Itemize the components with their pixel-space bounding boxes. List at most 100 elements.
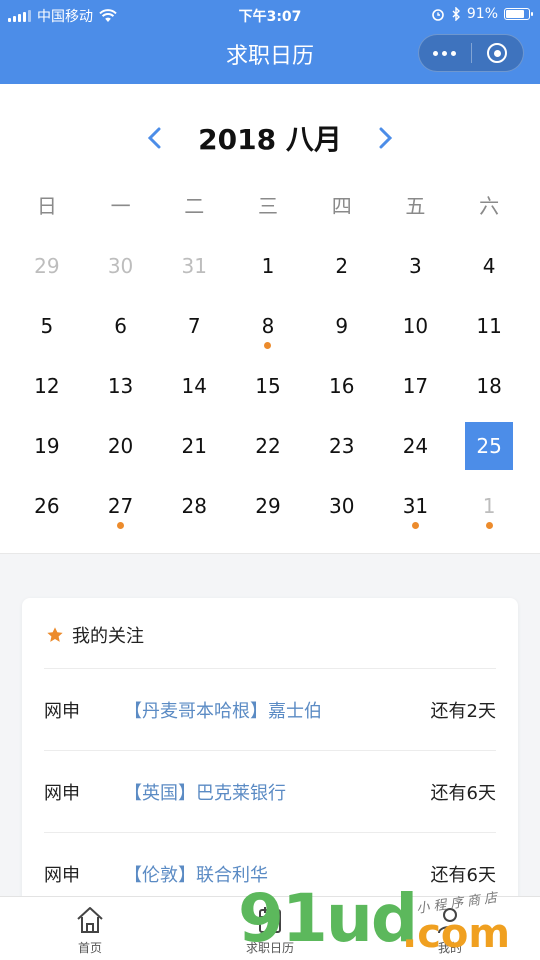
follow-item-org: 【丹麦哥本哈根】嘉士伯 xyxy=(124,700,322,722)
calendar-day[interactable]: 24 xyxy=(379,416,453,476)
calendar-day-selected[interactable]: 25 xyxy=(452,416,526,476)
tab-mine[interactable]: 我的 xyxy=(360,897,540,960)
tab-home[interactable]: 首页 xyxy=(0,897,180,960)
tab-calendar[interactable]: 求职日历 xyxy=(180,897,360,960)
calendar-day[interactable]: 22 xyxy=(231,416,305,476)
calendar-day[interactable]: 31 xyxy=(379,476,453,536)
calendar-day[interactable]: 4 xyxy=(452,236,526,296)
calendar-day-number: 13 xyxy=(107,374,134,398)
card-header: 我的关注 xyxy=(46,622,144,648)
follow-item[interactable]: 网申 【英国】巴克莱银行 还有6天 xyxy=(44,751,496,833)
calendar-day-number: 8 xyxy=(261,314,275,338)
weekday-label: 二 xyxy=(184,194,205,218)
target-icon xyxy=(487,43,508,63)
calendar-day[interactable]: 8 xyxy=(231,296,305,356)
follow-item-org: 【英国】巴克莱银行 xyxy=(124,782,286,804)
calendar-day[interactable]: 28 xyxy=(157,476,231,536)
calendar-day[interactable]: 3 xyxy=(379,236,453,296)
calendar-day[interactable]: 9 xyxy=(305,296,379,356)
calendar-day-number: 19 xyxy=(34,434,60,458)
calendar-day[interactable]: 23 xyxy=(305,416,379,476)
calendar-day[interactable]: 21 xyxy=(157,416,231,476)
event-dot xyxy=(411,522,419,529)
calendar-day[interactable]: 1 xyxy=(231,236,305,296)
calendar-day[interactable]: 20 xyxy=(84,416,158,476)
chevron-right-icon xyxy=(379,127,392,149)
battery-percent: 91% xyxy=(466,6,498,22)
tab-bar: 首页 求职日历 我的 xyxy=(0,896,540,960)
tab-label: 我的 xyxy=(437,941,462,955)
calendar-day[interactable]: 5 xyxy=(10,296,84,356)
month-title: 2018 八月 xyxy=(198,123,342,156)
calendar-day[interactable]: 6 xyxy=(84,296,158,356)
calendar-day-number: 31 xyxy=(402,494,429,518)
calendar-day-number: 23 xyxy=(328,434,355,458)
calendar-day-number: 30 xyxy=(107,254,134,278)
chevron-left-icon xyxy=(148,127,161,149)
calendar-day[interactable]: 29 xyxy=(231,476,305,536)
event-dot xyxy=(264,342,272,349)
calendar-day-number: 27 xyxy=(107,494,134,518)
prev-month-button[interactable] xyxy=(140,124,168,152)
calendar-day[interactable]: 29 xyxy=(10,236,84,296)
card-title: 我的关注 xyxy=(72,626,144,647)
more-button[interactable] xyxy=(419,35,471,71)
battery-icon xyxy=(504,8,533,20)
calendar-day-number: 11 xyxy=(476,314,502,338)
calendar-day-number: 25 xyxy=(476,434,502,458)
follow-item[interactable]: 网申 【丹麦哥本哈根】嘉士伯 还有2天 xyxy=(44,669,496,751)
calendar-day-number: 7 xyxy=(187,314,201,338)
calendar-day[interactable]: 19 xyxy=(10,416,84,476)
my-follow-card: 我的关注 网申 【丹麦哥本哈根】嘉士伯 还有2天 网申 【英国】巴克莱银行 还有… xyxy=(22,598,518,918)
calendar-day[interactable]: 7 xyxy=(157,296,231,356)
next-month-button[interactable] xyxy=(372,124,400,152)
home-icon xyxy=(77,907,103,933)
calendar: 2018 八月 日 一 二 三 四 五 六 29 30 31 1 2 3 4 5 6 7 8 9 10 1… xyxy=(0,84,540,554)
calendar-day-number: 14 xyxy=(181,374,207,398)
calendar-day[interactable]: 27 xyxy=(84,476,158,536)
calendar-day-number: 28 xyxy=(181,494,207,518)
weekday-label: 五 xyxy=(405,194,426,218)
follow-item-org: 【伦敦】联合利华 xyxy=(124,864,268,886)
calendar-day[interactable]: 2 xyxy=(305,236,379,296)
calendar-day[interactable]: 17 xyxy=(379,356,453,416)
calendar-day-number: 17 xyxy=(402,374,429,398)
calendar-day-number: 15 xyxy=(255,374,281,398)
event-dot xyxy=(117,522,125,529)
calendar-day[interactable]: 13 xyxy=(84,356,158,416)
calendar-day-number: 22 xyxy=(255,434,281,458)
tab-label: 首页 xyxy=(77,941,102,955)
follow-item-days: 还有2天 xyxy=(430,700,496,722)
event-dot xyxy=(485,522,493,529)
calendar-day[interactable]: 30 xyxy=(305,476,379,536)
calendar-day[interactable]: 1 xyxy=(452,476,526,536)
calendar-day[interactable]: 11 xyxy=(452,296,526,356)
calendar-day[interactable]: 15 xyxy=(231,356,305,416)
more-dots-icon xyxy=(433,50,457,56)
calendar-day[interactable]: 16 xyxy=(305,356,379,416)
weekday-label: 六 xyxy=(479,194,500,218)
calendar-day-number: 1 xyxy=(261,254,275,278)
calendar-day[interactable]: 31 xyxy=(157,236,231,296)
mini-program-capsule xyxy=(418,34,524,72)
follow-item-days: 还有6天 xyxy=(430,782,496,804)
calendar-day-number: 18 xyxy=(476,374,502,398)
calendar-day[interactable]: 10 xyxy=(379,296,453,356)
calendar-day[interactable]: 14 xyxy=(157,356,231,416)
calendar-day[interactable]: 30 xyxy=(84,236,158,296)
calendar-day-number: 4 xyxy=(482,254,496,278)
calendar-day[interactable]: 18 xyxy=(452,356,526,416)
calendar-day-number: 30 xyxy=(328,494,355,518)
calendar-day[interactable]: 12 xyxy=(10,356,84,416)
user-icon xyxy=(438,908,462,934)
bluetooth-icon xyxy=(452,7,460,21)
weekday-label: 四 xyxy=(331,194,352,218)
day-grid: 29 30 31 1 2 3 4 5 6 7 8 9 10 11 12 13 14 15 16 17 18 19 20 21 2… xyxy=(10,236,526,536)
calendar-day-number: 10 xyxy=(402,314,429,338)
calendar-day-number: 12 xyxy=(34,374,60,398)
weekday-label: 一 xyxy=(110,194,131,218)
calendar-day-number: 3 xyxy=(409,254,422,278)
calendar-day[interactable]: 26 xyxy=(10,476,84,536)
close-program-button[interactable] xyxy=(472,35,524,71)
weekday-header: 日 一 二 三 四 五 六 xyxy=(10,190,526,219)
